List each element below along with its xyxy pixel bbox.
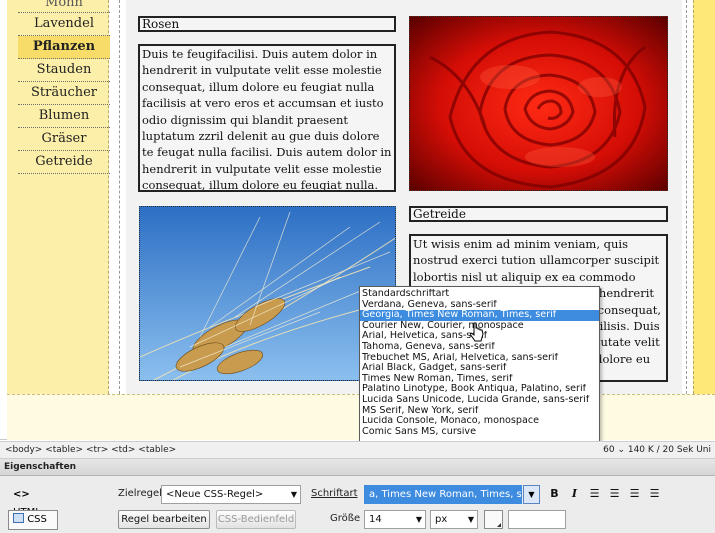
align-justify-icon[interactable]: ☰ <box>646 485 663 502</box>
zielregel-select[interactable]: <Neue CSS-Regel> ▼ <box>161 485 301 504</box>
getreide-heading[interactable]: Getreide <box>409 206 668 222</box>
sidebar-nav: Mohn Lavendel Pflanzen Stauden Sträucher… <box>18 0 110 174</box>
status-info: 60 ⌄ 140 K / 20 Sek Uni <box>603 442 711 459</box>
font-option[interactable]: Comic Sans MS, cursive <box>360 427 599 438</box>
font-option[interactable]: Lucida Console, Monaco, monospace <box>360 416 599 427</box>
regel-bearbeiten-button[interactable]: Regel bearbeiten <box>118 510 210 529</box>
rosen-text[interactable]: Duis te feugifacilisi. Duis autem dolor … <box>138 44 396 192</box>
font-option[interactable]: Verdana, Geneva, sans-serif <box>360 300 599 311</box>
font-option[interactable]: Palatino Linotype, Book Antiqua, Palatin… <box>360 384 599 395</box>
rose-picture <box>410 17 667 190</box>
properties-tab[interactable]: Eigenschaften <box>0 459 715 476</box>
font-option[interactable]: Standardschriftart <box>360 289 599 300</box>
align-center-icon[interactable]: ☰ <box>606 485 623 502</box>
groesse-select[interactable]: 14 ▼ <box>364 510 426 529</box>
groesse-label: Größe <box>330 513 361 524</box>
nav-item-blumen[interactable]: Blumen <box>18 105 110 128</box>
nav-item-graeser[interactable]: Gräser <box>18 128 110 151</box>
design-view[interactable]: Mohn Lavendel Pflanzen Stauden Sträucher… <box>0 0 715 440</box>
align-left-icon[interactable]: ☰ <box>586 485 603 502</box>
nav-item-getreide[interactable]: Getreide <box>18 151 110 174</box>
zoom-level[interactable]: 60 <box>603 445 614 455</box>
font-option[interactable]: Georgia, Times New Roman, Times, serif <box>360 310 599 321</box>
unit-select[interactable]: px ▼ <box>430 510 478 529</box>
wheat-image[interactable] <box>139 206 396 381</box>
page-size-time: 140 K / 20 Sek <box>627 445 694 455</box>
column-guide <box>686 0 687 394</box>
color-hex-field[interactable] <box>508 510 566 529</box>
css-mode-button[interactable]: CSS <box>8 510 58 530</box>
encoding: Uni <box>696 445 711 455</box>
color-picker-swatch[interactable] <box>484 510 503 529</box>
dropdown-arrow-icon: ▼ <box>467 515 474 524</box>
chevron-down-icon[interactable]: ▼ <box>523 485 540 504</box>
zielregel-label: Zielregel <box>118 488 162 499</box>
nav-item-straeucher[interactable]: Sträucher <box>18 82 110 105</box>
css-panel-icon <box>13 513 24 523</box>
nav-item-lavendel[interactable]: Lavendel <box>18 13 110 36</box>
zoom-chevron-icon[interactable]: ⌄ <box>615 445 628 455</box>
nav-item-stauden[interactable]: Stauden <box>18 59 110 82</box>
properties-panel: Eigenschaften <> HTML CSS Zielregel <Neu… <box>0 459 715 533</box>
corner-arrow-icon <box>497 523 501 527</box>
mouse-cursor-icon <box>470 322 484 342</box>
bold-icon[interactable]: B <box>546 485 563 502</box>
properties-title: Eigenschaften <box>4 462 77 472</box>
schriftart-label: Schriftart <box>311 488 358 499</box>
html-mode-button[interactable]: <> HTML <box>8 485 58 518</box>
align-right-icon[interactable]: ☰ <box>626 485 643 502</box>
tag-selector[interactable]: <body> <table> <tr> <td> <table> <box>5 442 176 459</box>
font-option[interactable]: Trebuchet MS, Arial, Helvetica, sans-ser… <box>360 353 599 364</box>
rosen-heading[interactable]: Rosen <box>138 16 396 32</box>
font-option[interactable]: MS Serif, New York, serif <box>360 406 599 417</box>
css-bedienfeld-button[interactable]: CSS-Bedienfeld <box>216 510 296 529</box>
dropdown-arrow-icon: ▼ <box>415 515 422 524</box>
nav-item-mohn[interactable]: Mohn <box>18 0 110 13</box>
dropdown-arrow-icon: ▼ <box>290 490 297 499</box>
rose-image[interactable] <box>409 16 668 191</box>
nav-item-pflanzen[interactable]: Pflanzen <box>18 36 110 59</box>
code-icon: <> <box>13 489 30 500</box>
font-option[interactable]: Times New Roman, Times, serif <box>360 374 599 385</box>
font-option[interactable]: Arial Black, Gadget, sans-serif <box>360 363 599 374</box>
column-guide <box>119 0 120 394</box>
wheat-picture <box>140 207 395 380</box>
font-option[interactable]: Tahoma, Geneva, sans-serif <box>360 342 599 353</box>
italic-icon[interactable]: I <box>566 485 583 502</box>
status-bar: <body> <table> <tr> <td> <table> 60 ⌄ 14… <box>0 441 715 459</box>
font-option[interactable]: Lucida Sans Unicode, Lucida Grande, sans… <box>360 395 599 406</box>
schriftart-field[interactable]: a, Times New Roman, Times, serif <box>364 485 522 504</box>
right-column <box>693 0 715 394</box>
